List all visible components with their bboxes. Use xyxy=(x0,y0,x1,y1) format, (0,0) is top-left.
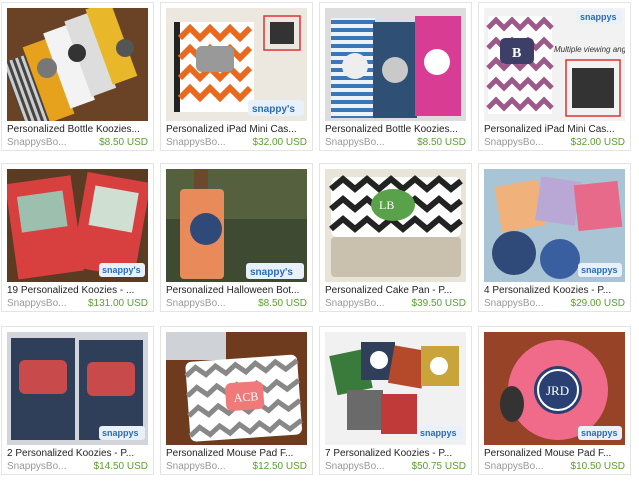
listing-price: $32.00 USD xyxy=(570,137,625,148)
listing-image[interactable]: snappy's xyxy=(166,169,307,282)
listing-title[interactable]: Personalized Cake Pan - P... xyxy=(325,285,468,297)
shop-name[interactable]: SnappysBo... xyxy=(7,298,79,310)
listing-card-5[interactable]: snappy's 19 Personalized Koozies - ... S… xyxy=(1,163,154,312)
svg-text:snappys: snappys xyxy=(420,428,457,438)
shop-name[interactable]: SnappysBo... xyxy=(7,137,79,149)
listing-image[interactable]: JRD snappys xyxy=(484,332,625,445)
shop-name[interactable]: SnappysBo... xyxy=(166,137,238,149)
shop-name[interactable]: SnappysBo... xyxy=(484,461,556,473)
listing-price: $39.50 USD xyxy=(411,298,466,309)
svg-text:snappys: snappys xyxy=(581,265,618,275)
listing-card-6[interactable]: snappy's Personalized Halloween Bot... S… xyxy=(160,163,313,312)
svg-text:LB: LB xyxy=(379,198,394,212)
listing-price: $14.50 USD xyxy=(93,461,148,472)
bottle-koozies-image xyxy=(7,8,148,121)
bottle-koozies-stripes-image xyxy=(325,8,466,121)
svg-text:snappys: snappys xyxy=(580,12,617,22)
svg-text:snappy's: snappy's xyxy=(102,265,141,275)
listing-price: $8.50 USD xyxy=(258,298,307,309)
listing-image[interactable] xyxy=(7,8,148,121)
svg-text:ACB: ACB xyxy=(233,389,259,405)
shop-name[interactable]: SnappysBo... xyxy=(325,137,397,149)
koozies-pastel-image: snappys xyxy=(484,169,625,282)
mouse-pad-grey-image: ACB xyxy=(166,332,307,445)
listing-image[interactable]: snappy's xyxy=(7,169,148,282)
koozies-mixed-image: snappys xyxy=(325,332,466,445)
listing-price: $12.50 USD xyxy=(252,461,307,472)
koozies-red-anchor-image: snappy's xyxy=(7,169,148,282)
listing-image[interactable]: snappys xyxy=(325,332,466,445)
listing-card-3[interactable]: Personalized Bottle Koozies... SnappysBo… xyxy=(319,2,472,151)
listing-price: $29.00 USD xyxy=(570,298,625,309)
listing-card-8[interactable]: snappys 4 Personalized Koozies - P... Sn… xyxy=(478,163,631,312)
listing-price: $8.50 USD xyxy=(417,137,466,148)
listing-title[interactable]: Personalized Halloween Bot... xyxy=(166,285,309,297)
listing-price: $32.00 USD xyxy=(252,137,307,148)
listing-card-11[interactable]: snappys 7 Personalized Koozies - P... Sn… xyxy=(319,326,472,475)
shop-name[interactable]: SnappysBo... xyxy=(484,137,556,149)
shop-name[interactable]: SnappysBo... xyxy=(166,298,238,310)
halloween-bottle-image: snappy's xyxy=(166,169,307,282)
listing-title[interactable]: 7 Personalized Koozies - P... xyxy=(325,448,468,460)
listing-image[interactable]: snappy's xyxy=(166,8,307,121)
listing-price: $50.75 USD xyxy=(411,461,466,472)
listing-image[interactable]: snappys xyxy=(7,332,148,445)
listing-card-10[interactable]: ACB Personalized Mouse Pad F... SnappysB… xyxy=(160,326,313,475)
listing-card-4[interactable]: B Multiple viewing ang snappys Personali… xyxy=(478,2,631,151)
listing-price: $131.00 USD xyxy=(87,298,148,309)
koozies-navy-anchor-image: snappys xyxy=(7,332,148,445)
listing-image[interactable]: snappys xyxy=(484,169,625,282)
svg-text:snappys: snappys xyxy=(581,428,618,438)
listing-card-9[interactable]: snappys 2 Personalized Koozies - P... Sn… xyxy=(1,326,154,475)
mouse-pad-pink-image: JRD snappys xyxy=(484,332,625,445)
listing-card-2[interactable]: snappy's Personalized iPad Mini Cas... S… xyxy=(160,2,313,151)
listing-card-1[interactable]: Personalized Bottle Koozies... SnappysBo… xyxy=(1,2,154,151)
listing-title[interactable]: Personalized Bottle Koozies... xyxy=(325,124,468,136)
listing-title[interactable]: Personalized Bottle Koozies... xyxy=(7,124,150,136)
listing-price: $8.50 USD xyxy=(99,137,148,148)
shop-name[interactable]: SnappysBo... xyxy=(484,298,556,310)
ipad-case-purple-image: B Multiple viewing ang snappys xyxy=(484,8,625,121)
listing-grid: Personalized Bottle Koozies... SnappysBo… xyxy=(0,0,639,483)
svg-text:B: B xyxy=(512,46,521,61)
listing-title[interactable]: 4 Personalized Koozies - P... xyxy=(484,285,627,297)
listing-title[interactable]: Personalized iPad Mini Cas... xyxy=(484,124,627,136)
listing-price: $10.50 USD xyxy=(570,461,625,472)
listing-title[interactable]: 2 Personalized Koozies - P... xyxy=(7,448,150,460)
overlay-text: Multiple viewing ang xyxy=(554,45,625,54)
listing-title[interactable]: Personalized Mouse Pad F... xyxy=(484,448,627,460)
svg-text:JRD: JRD xyxy=(546,383,569,398)
listing-image[interactable]: ACB xyxy=(166,332,307,445)
shop-name[interactable]: SnappysBo... xyxy=(166,461,238,473)
svg-text:snappy's: snappy's xyxy=(252,104,295,115)
svg-text:snappys: snappys xyxy=(102,428,139,438)
ipad-case-image: snappy's xyxy=(166,8,307,121)
shop-name[interactable]: SnappysBo... xyxy=(325,461,397,473)
listing-card-12[interactable]: JRD snappys Personalized Mouse Pad F... … xyxy=(478,326,631,475)
cake-pan-image: LB xyxy=(325,169,466,282)
listing-image[interactable] xyxy=(325,8,466,121)
listing-card-7[interactable]: LB Personalized Cake Pan - P... SnappysB… xyxy=(319,163,472,312)
listing-image[interactable]: B Multiple viewing ang snappys xyxy=(484,8,625,121)
shop-name[interactable]: SnappysBo... xyxy=(7,461,79,473)
listing-image[interactable]: LB xyxy=(325,169,466,282)
listing-title[interactable]: 19 Personalized Koozies - ... xyxy=(7,285,150,297)
listing-title[interactable]: Personalized iPad Mini Cas... xyxy=(166,124,309,136)
listing-title[interactable]: Personalized Mouse Pad F... xyxy=(166,448,309,460)
svg-text:snappy's: snappy's xyxy=(250,267,293,278)
shop-name[interactable]: SnappysBo... xyxy=(325,298,397,310)
